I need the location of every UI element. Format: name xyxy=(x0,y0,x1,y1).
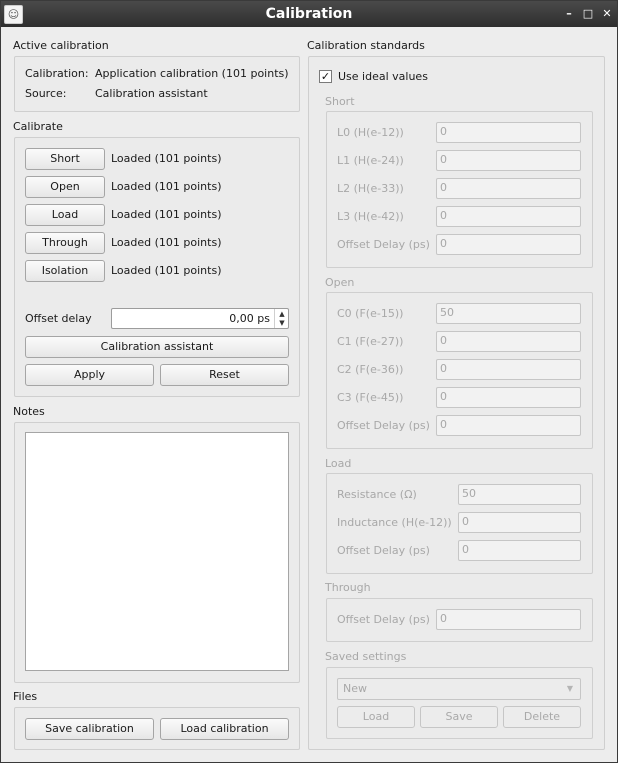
source-label: Source: xyxy=(25,87,67,100)
calibration-value: Application calibration (101 points) xyxy=(95,67,289,80)
short-button[interactable]: Short xyxy=(25,148,105,170)
app-icon[interactable]: ☺ xyxy=(4,5,23,24)
files-title: Files xyxy=(13,690,38,703)
open-c3-label: C3 (F(e-45)) xyxy=(337,391,404,404)
open-c3-input[interactable]: 0 xyxy=(436,387,581,408)
calibration-standards-title: Calibration standards xyxy=(307,39,425,52)
save-calibration-button[interactable]: Save calibration xyxy=(25,718,154,740)
short-l0-input[interactable]: 0 xyxy=(436,122,581,143)
offset-delay-label: Offset delay xyxy=(25,312,92,325)
open-status: Loaded (101 points) xyxy=(111,180,222,193)
saved-save-button[interactable]: Save xyxy=(420,706,498,728)
notes-title: Notes xyxy=(13,405,45,418)
spin-up-icon[interactable]: ▲ xyxy=(277,310,287,318)
open-offset-label: Offset Delay (ps) xyxy=(337,419,430,432)
short-l1-input[interactable]: 0 xyxy=(436,150,581,171)
load-calibration-button[interactable]: Load calibration xyxy=(160,718,289,740)
apply-button[interactable]: Apply xyxy=(25,364,154,386)
notes-textarea[interactable] xyxy=(25,432,289,671)
calibration-assistant-button[interactable]: Calibration assistant xyxy=(25,336,289,358)
load-status: Loaded (101 points) xyxy=(111,208,222,221)
title-bar[interactable]: Calibration ☺ – □ ✕ xyxy=(1,1,617,27)
load-inductance-input[interactable]: 0 xyxy=(458,512,581,533)
maximize-button[interactable]: □ xyxy=(581,7,595,21)
window-title: Calibration xyxy=(265,6,353,22)
load-inductance-label: Inductance (H(e-12)) xyxy=(337,516,452,529)
saved-settings-title: Saved settings xyxy=(325,650,407,663)
active-calibration-frame xyxy=(14,56,300,112)
short-l2-label: L2 (H(e-33)) xyxy=(337,182,404,195)
open-button[interactable]: Open xyxy=(25,176,105,198)
load-standard-title: Load xyxy=(325,457,352,470)
load-button[interactable]: Load xyxy=(25,204,105,226)
open-c2-label: C2 (F(e-36)) xyxy=(337,363,404,376)
open-standard-title: Open xyxy=(325,276,355,289)
open-c0-input[interactable]: 50 xyxy=(436,303,581,324)
open-c1-label: C1 (F(e-27)) xyxy=(337,335,404,348)
short-l1-label: L1 (H(e-24)) xyxy=(337,154,404,167)
through-status: Loaded (101 points) xyxy=(111,236,222,249)
isolation-status: Loaded (101 points) xyxy=(111,264,222,277)
open-c1-input[interactable]: 0 xyxy=(436,331,581,352)
active-calibration-title: Active calibration xyxy=(13,39,109,52)
calibration-label: Calibration: xyxy=(25,67,89,80)
offset-delay-value: 0,00 ps xyxy=(229,312,270,325)
short-l2-input[interactable]: 0 xyxy=(436,178,581,199)
chevron-down-icon[interactable]: ▼ xyxy=(564,678,576,700)
open-offset-input[interactable]: 0 xyxy=(436,415,581,436)
use-ideal-label[interactable]: Use ideal values xyxy=(338,70,428,83)
short-l3-label: L3 (H(e-42)) xyxy=(337,210,404,223)
short-standard-title: Short xyxy=(325,95,355,108)
saved-settings-combo[interactable]: New xyxy=(337,678,581,700)
saved-delete-button[interactable]: Delete xyxy=(503,706,581,728)
load-offset-input[interactable]: 0 xyxy=(458,540,581,561)
short-status: Loaded (101 points) xyxy=(111,152,222,165)
spin-separator xyxy=(274,309,275,328)
use-ideal-checkbox[interactable]: ✓ xyxy=(319,70,332,83)
open-c2-input[interactable]: 0 xyxy=(436,359,581,380)
load-resistance-input[interactable]: 50 xyxy=(458,484,581,505)
calibrate-title: Calibrate xyxy=(13,120,63,133)
isolation-button[interactable]: Isolation xyxy=(25,260,105,282)
short-l0-label: L0 (H(e-12)) xyxy=(337,126,404,139)
source-value: Calibration assistant xyxy=(95,87,208,100)
through-offset-label: Offset Delay (ps) xyxy=(337,613,430,626)
load-resistance-label: Resistance (Ω) xyxy=(337,488,417,501)
load-offset-label: Offset Delay (ps) xyxy=(337,544,430,557)
short-offset-input[interactable]: 0 xyxy=(436,234,581,255)
short-offset-label: Offset Delay (ps) xyxy=(337,238,430,251)
through-button[interactable]: Through xyxy=(25,232,105,254)
open-c0-label: C0 (F(e-15)) xyxy=(337,307,404,320)
reset-button[interactable]: Reset xyxy=(160,364,289,386)
offset-delay-spinbox[interactable]: 0,00 ps ▲ ▼ xyxy=(111,308,289,329)
through-offset-input[interactable]: 0 xyxy=(436,609,581,630)
spin-down-icon[interactable]: ▼ xyxy=(277,319,287,327)
short-l3-input[interactable]: 0 xyxy=(436,206,581,227)
saved-load-button[interactable]: Load xyxy=(337,706,415,728)
minimize-button[interactable]: – xyxy=(562,7,576,21)
through-standard-title: Through xyxy=(325,581,371,594)
close-button[interactable]: ✕ xyxy=(600,7,614,21)
